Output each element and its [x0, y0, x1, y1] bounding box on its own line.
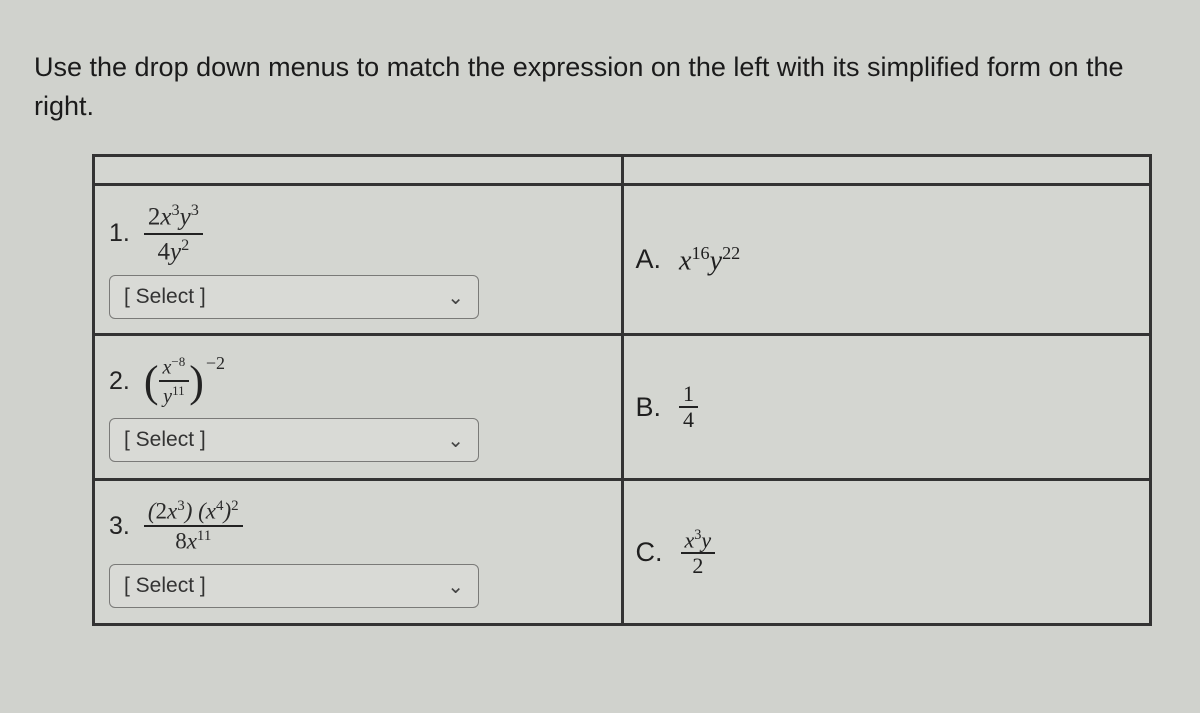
answer-expression-a: x16y22 — [679, 243, 740, 277]
answer-expression-b: 1 4 — [679, 383, 698, 431]
answer-letter-c: C. — [636, 537, 663, 568]
answer-cell-b: B. 1 4 — [622, 335, 1151, 480]
select-label: [ Select ] — [124, 574, 206, 598]
select-label: [ Select ] — [124, 428, 206, 452]
select-dropdown-1[interactable]: [ Select ] ⌄ — [109, 275, 479, 319]
select-dropdown-2[interactable]: [ Select ] ⌄ — [109, 418, 479, 462]
expression-2: ( x−8 y11 ) −2 — [144, 355, 223, 408]
answer-cell-a: A. x16y22 — [622, 185, 1151, 335]
chevron-down-icon: ⌄ — [447, 428, 464, 453]
select-dropdown-3[interactable]: [ Select ] ⌄ — [109, 564, 479, 608]
question-number-2: 2. — [109, 367, 130, 396]
question-number-3: 3. — [109, 512, 130, 541]
answer-letter-a: A. — [636, 244, 662, 275]
question-cell-1: 1. 2x3y3 4y2 [ Select ] ⌄ — [94, 185, 623, 335]
instructions-text: Use the drop down menus to match the exp… — [34, 48, 1170, 126]
question-number-1: 1. — [109, 219, 130, 248]
question-cell-3: 3. (2x3) (x4)2 8x11 [ Select ] ⌄ — [94, 480, 623, 625]
answer-expression-c: x3y 2 — [681, 528, 716, 577]
expression-3: (2x3) (x4)2 8x11 — [144, 499, 243, 555]
answer-cell-c: C. x3y 2 — [622, 480, 1151, 625]
chevron-down-icon: ⌄ — [447, 285, 464, 310]
matching-table: 1. 2x3y3 4y2 [ Select ] ⌄ — [92, 154, 1152, 626]
answer-letter-b: B. — [636, 392, 662, 423]
question-cell-2: 2. ( x−8 y11 ) −2 [ Select ] — [94, 335, 623, 480]
worksheet-page: Use the drop down menus to match the exp… — [0, 0, 1200, 656]
expression-1: 2x3y3 4y2 — [144, 202, 203, 265]
chevron-down-icon: ⌄ — [447, 574, 464, 599]
select-label: [ Select ] — [124, 285, 206, 309]
